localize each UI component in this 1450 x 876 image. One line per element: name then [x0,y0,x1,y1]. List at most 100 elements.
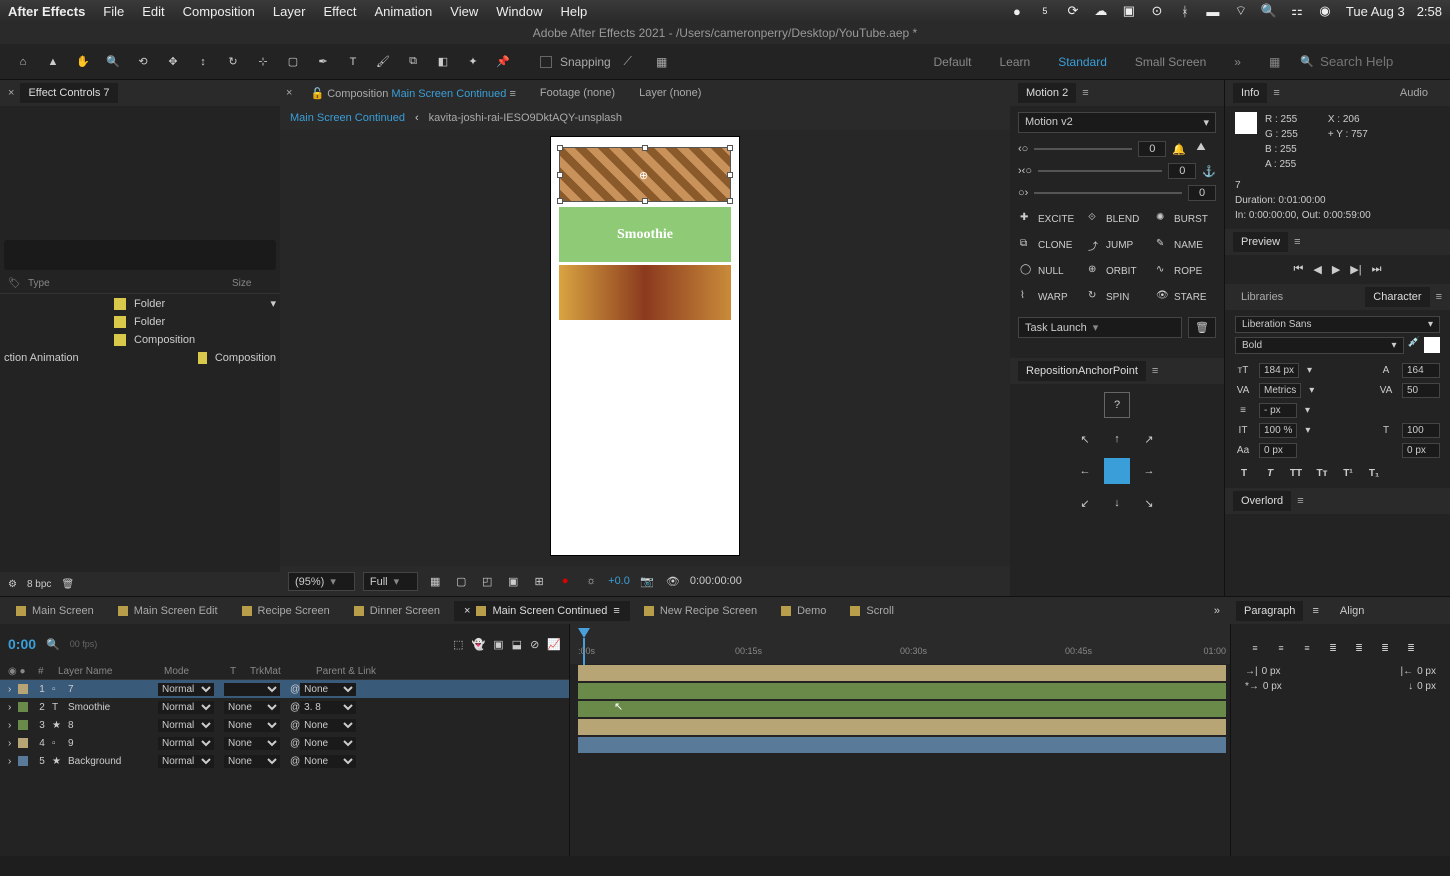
panel-menu-icon[interactable]: ≡ [1312,605,1318,617]
comp-close-icon[interactable]: × [286,87,292,99]
menu-effect[interactable]: Effect [323,4,356,19]
transparency-icon[interactable]: ▦ [426,572,444,590]
blend-mode-dropdown[interactable]: Normal [158,719,214,732]
task-launch-dropdown[interactable]: Task Launch [1018,317,1182,338]
motion-jump-button[interactable]: ⤴JUMP [1086,235,1148,255]
layer-color-swatch[interactable] [18,738,28,748]
badge-icon[interactable]: 5 [1036,2,1054,20]
parent-dropdown[interactable]: None [300,719,356,732]
stroke-input[interactable]: - px [1259,403,1297,418]
timeline-tab[interactable]: New Recipe Screen [634,601,767,621]
first-line-input[interactable]: 0 px [1263,681,1282,692]
layer-row[interactable]: › 1 ▫ 7 Normal @ None [0,680,569,698]
hand-tool-icon[interactable]: ✋ [70,49,96,75]
timeline-tab[interactable]: Demo [771,601,836,621]
panel-menu-icon[interactable]: ≡ [1294,236,1300,248]
layer-track-bar[interactable] [578,737,1226,753]
panel-menu-icon[interactable]: ≡ [1082,87,1088,99]
justify-left-button[interactable]: ≣ [1323,638,1343,658]
motionblur-icon[interactable]: ⊘ [530,638,539,651]
motion-blend-button[interactable]: ⟐BLEND [1086,209,1148,229]
zoom-dropdown[interactable]: (95%) [288,572,355,591]
layer-color-swatch[interactable] [18,684,28,694]
mask-icon[interactable]: ▢ [452,572,470,590]
comp-tab[interactable]: 🔓 Composition Main Screen Continued ≡ [304,84,521,103]
layer-9-image[interactable] [559,265,731,320]
layer-twirl-icon[interactable]: › [8,684,18,695]
trkmat-dropdown[interactable]: None [224,701,280,714]
menubar-time[interactable]: 2:58 [1417,4,1442,19]
show-snapshot-icon[interactable]: 👁 [664,572,682,590]
tsume-input[interactable]: 0 px [1402,443,1440,458]
record-icon[interactable]: ● [1008,2,1026,20]
col-type[interactable]: Type [28,278,232,289]
pickwhip-icon[interactable]: @ [290,684,300,695]
play-button[interactable]: ▶ [1332,263,1340,276]
workspace-standard[interactable]: Standard [1058,55,1107,69]
rect-tool-icon[interactable]: ▢ [280,49,306,75]
viewer-time[interactable]: 0:00:00:00 [690,575,742,587]
channel-icon[interactable]: ● [556,572,574,590]
tab-menu-icon[interactable]: ≡ [613,605,619,617]
anchor-tl-button[interactable]: ↖ [1072,426,1098,452]
kerning-dropdown[interactable]: Metrics [1259,383,1301,398]
eraser-tool-icon[interactable]: ◧ [430,49,456,75]
col-parent[interactable]: Parent & Link [316,666,436,677]
shy-icon[interactable]: 👻 [472,638,486,651]
slider-in-val[interactable]: 0 [1138,141,1166,157]
parent-dropdown[interactable]: None [300,737,356,750]
blend-mode-dropdown[interactable]: Normal [158,737,214,750]
menu-window[interactable]: Window [496,4,542,19]
justify-center-button[interactable]: ≣ [1349,638,1369,658]
panel-menu-icon[interactable]: ≡ [1273,87,1279,99]
subscript-button[interactable]: T₁ [1365,464,1383,482]
workspace-smallscreen[interactable]: Small Screen [1135,55,1206,69]
selection-tool-icon[interactable]: ▲ [40,49,66,75]
wifi-icon[interactable]: ⌔ [1232,2,1250,20]
next-frame-button[interactable]: ▶| [1350,263,1361,276]
roto-tool-icon[interactable]: ✦ [460,49,486,75]
footage-tab[interactable]: Footage (none) [534,84,621,102]
slider-out-val[interactable]: 0 [1188,185,1216,201]
graph-icon[interactable]: 📈 [547,638,561,651]
bluetooth-icon[interactable]: ᚼ [1176,2,1194,20]
first-frame-button[interactable]: ⏮ [1293,263,1303,276]
text-tool-icon[interactable]: T [340,49,366,75]
workspace-reset-icon[interactable]: ▦ [1269,55,1280,69]
paragraph-tab[interactable]: Paragraph [1236,601,1303,621]
roi-icon[interactable]: ◰ [478,572,496,590]
baseline-input[interactable]: 0 px [1259,443,1297,458]
anchor-tr-button[interactable]: ↗ [1136,426,1162,452]
overlord-tab[interactable]: Overlord [1233,491,1291,511]
pickwhip-icon[interactable]: @ [290,738,300,749]
menu-help[interactable]: Help [560,4,587,19]
pickwhip-icon[interactable]: @ [290,756,300,767]
anchor-br-button[interactable]: ↘ [1136,490,1162,516]
blend-mode-dropdown[interactable]: Normal [158,755,214,768]
panel-close-icon[interactable]: × [8,87,14,99]
layer-name[interactable]: 7 [68,684,158,695]
menu-layer[interactable]: Layer [273,4,306,19]
motion-null-button[interactable]: ◯NULL [1018,261,1080,281]
smoothie-layer[interactable]: Smoothie [559,207,731,262]
anchor-l-button[interactable]: ← [1072,458,1098,484]
pickwhip-icon[interactable]: @ [290,702,300,713]
layer-row[interactable]: › 3 ★ 8 Normal None @ None [0,716,569,734]
breadcrumb-back-icon[interactable]: ‹ [415,112,419,124]
delete-icon[interactable]: 🗑 [61,579,74,590]
project-item[interactable]: Folder [0,313,280,331]
pen-tool-icon[interactable]: ✒ [310,49,336,75]
last-frame-button[interactable]: ⏭ [1372,263,1382,276]
layer-name[interactable]: 8 [68,720,158,731]
layer-row[interactable]: › 5 ★ Background Normal None @ None [0,752,569,770]
brush-tool-icon[interactable]: 🖌 [370,49,396,75]
layer-track-bar[interactable] [578,701,1226,717]
breadcrumb-item[interactable]: Main Screen Continued [290,112,405,124]
layer-color-swatch[interactable] [18,720,28,730]
space-after-input[interactable]: 0 px [1417,681,1436,692]
panel-menu-icon[interactable]: ≡ [1152,365,1158,377]
anchor-panel-tab[interactable]: RepositionAnchorPoint [1018,361,1146,381]
motion-preset-dropdown[interactable]: Motion v2▾ [1018,112,1216,133]
layer-name[interactable]: Background [68,756,158,767]
interpret-icon[interactable]: ⚙ [8,579,17,590]
